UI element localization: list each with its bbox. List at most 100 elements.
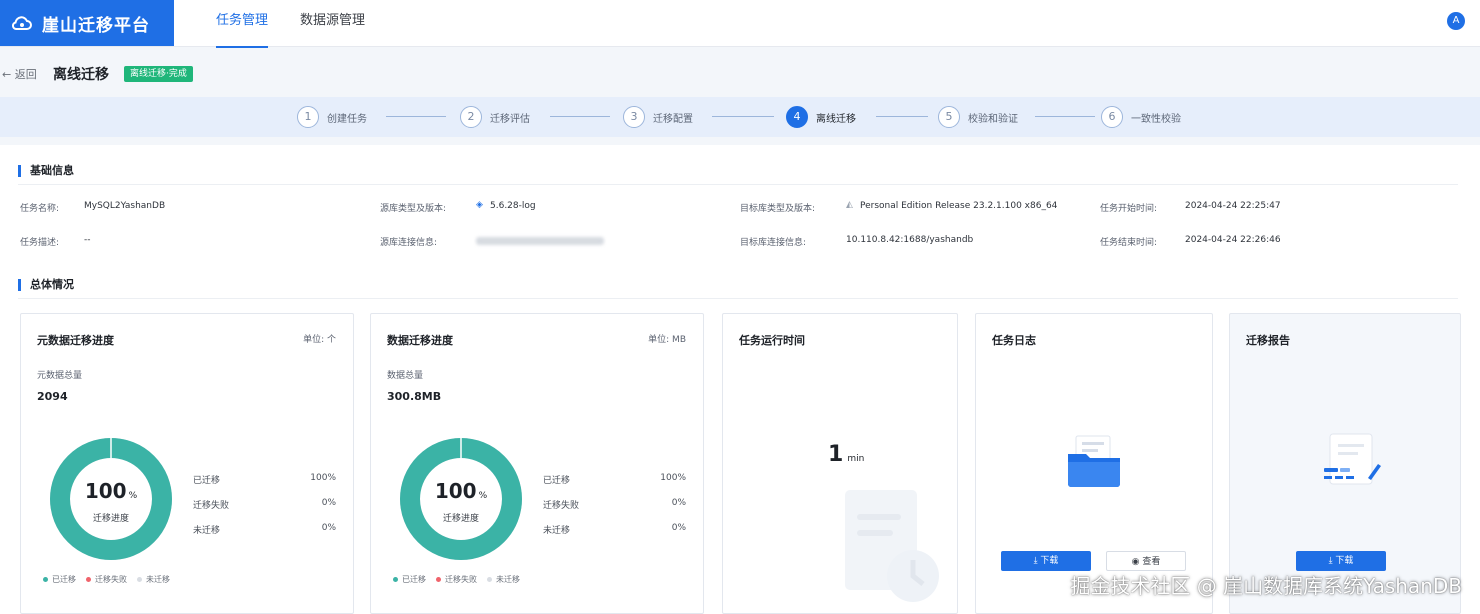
end-time-label: 任务结束时间: — [1100, 238, 1158, 248]
step-connector — [550, 116, 610, 117]
legend-item-failed[interactable]: 迁移失败 — [86, 574, 127, 585]
stat-value-migrated: 100% — [310, 473, 336, 483]
stat-value-pending: 0% — [321, 523, 336, 533]
stat-value-pending: 0% — [671, 523, 686, 533]
card-title: 数据迁移进度 — [387, 334, 453, 347]
divider — [18, 184, 1458, 185]
download-log-button[interactable]: ⤓ 下载 — [1001, 551, 1091, 571]
step-5: 5 校验和验证 — [938, 105, 1018, 129]
yashandb-icon: ◭ — [846, 200, 853, 210]
back-link[interactable]: ← 返回 — [2, 66, 37, 82]
task-desc-value: -- — [84, 235, 91, 245]
step-3: 3 迁移配置 — [623, 105, 693, 129]
target-type-value: Personal Edition Release 23.2.1.100 x86_… — [860, 201, 1058, 211]
stat-value-failed: 0% — [321, 498, 336, 508]
tab-datasource-management[interactable]: 数据源管理 — [300, 0, 365, 46]
legend-item-migrated[interactable]: 已迁移 — [393, 574, 426, 585]
card-unit: 单位: 个 — [303, 335, 336, 345]
donut-caption: 迁移进度 — [442, 514, 479, 524]
target-conn-label: 目标库连接信息: — [740, 238, 807, 248]
step-number: 3 — [623, 106, 645, 128]
step-4: 4 离线迁移 — [786, 105, 856, 129]
step-number: 4 — [786, 106, 808, 128]
card-title: 迁移报告 — [1246, 334, 1290, 347]
step-label: 迁移评估 — [490, 113, 530, 125]
step-connector — [876, 116, 928, 117]
step-6: 6 一致性校验 — [1101, 105, 1181, 129]
stat-label-pending: 未迁移 — [193, 526, 221, 536]
target-type-label: 目标库类型及版本: — [740, 204, 816, 214]
total-value: 300.8MB — [387, 390, 442, 403]
stat-label-pending: 未迁移 — [543, 526, 571, 536]
data-progress-card: 数据迁移进度 单位: MB 数据总量 300.8MB 100% 迁移进度 已迁移… — [370, 313, 704, 614]
card-title: 元数据迁移进度 — [37, 334, 114, 347]
report-icon — [1324, 433, 1381, 485]
donut-percent: 100% — [49, 479, 173, 503]
view-log-button[interactable]: ◉ 查看 — [1106, 551, 1186, 571]
total-label: 数据总量 — [387, 371, 424, 381]
step-label: 创建任务 — [327, 113, 367, 125]
step-2: 2 迁移评估 — [460, 105, 530, 129]
section-title-basic-info: 基础信息 — [18, 165, 74, 177]
start-time-label: 任务开始时间: — [1100, 204, 1158, 214]
legend-item-pending[interactable]: 未迁移 — [487, 574, 520, 585]
step-label: 离线迁移 — [816, 113, 856, 125]
card-title: 任务运行时间 — [739, 334, 805, 347]
stat-label-migrated: 已迁移 — [193, 476, 221, 486]
step-label: 一致性校验 — [1131, 113, 1181, 125]
step-1: 1 创建任务 — [297, 105, 367, 129]
legend: 已迁移 迁移失败 未迁移 — [393, 574, 520, 585]
end-time-value: 2024-04-24 22:26:46 — [1185, 235, 1281, 245]
donut-percent: 100% — [399, 479, 523, 503]
total-label: 元数据总量 — [37, 371, 83, 381]
task-name-label: 任务名称: — [20, 204, 60, 214]
task-desc-label: 任务描述: — [20, 238, 60, 248]
legend-item-migrated[interactable]: 已迁移 — [43, 574, 76, 585]
clock-document-icon — [845, 490, 939, 602]
stat-value-failed: 0% — [671, 498, 686, 508]
step-connector — [1035, 116, 1095, 117]
metadata-progress-card: 元数据迁移进度 单位: 个 元数据总量 2094 100% 迁移进度 已迁移 1… — [20, 313, 354, 614]
mysql-icon: ◈ — [476, 200, 483, 210]
legend-item-failed[interactable]: 迁移失败 — [436, 574, 477, 585]
top-bar: 崖山迁移平台 任务管理 数据源管理 A — [0, 0, 1480, 48]
source-type-label: 源库类型及版本: — [380, 204, 447, 214]
task-name-value: MySQL2YashanDB — [84, 201, 166, 211]
folder-icon — [1068, 435, 1120, 487]
tab-task-management[interactable]: 任务管理 — [216, 0, 269, 48]
step-label: 迁移配置 — [653, 113, 693, 125]
step-number: 5 — [938, 106, 960, 128]
step-number: 6 — [1101, 106, 1123, 128]
step-number: 2 — [460, 106, 482, 128]
runtime-number: 1 — [828, 442, 844, 467]
percent-number: 100 — [434, 479, 477, 503]
source-conn-label: 源库连接信息: — [380, 238, 438, 248]
page-title: 离线迁移 — [53, 67, 109, 83]
migration-report-card: 迁移报告 ⤓ 下载 — [1229, 313, 1461, 614]
avatar[interactable]: A — [1447, 12, 1465, 30]
divider — [18, 298, 1458, 299]
percent-number: 100 — [84, 479, 127, 503]
watermark: 掘金技术社区 @ 崖山数据库系统YashanDB — [1070, 574, 1462, 598]
step-label: 校验和验证 — [968, 113, 1018, 125]
cloud-logo-icon — [11, 16, 32, 30]
donut-caption: 迁移进度 — [92, 514, 129, 524]
steps-bar: 1 创建任务 2 迁移评估 3 迁移配置 4 离线迁移 5 校验和验证 6 一致… — [0, 97, 1480, 137]
total-value: 2094 — [37, 390, 68, 403]
status-badge: 离线迁移·完成 — [124, 66, 193, 82]
card-unit: 单位: MB — [648, 335, 686, 345]
runtime-unit: min — [847, 454, 865, 464]
target-conn-value: 10.110.8.42:1688/yashandb — [846, 235, 974, 245]
start-time-value: 2024-04-24 22:25:47 — [1185, 201, 1281, 211]
step-number: 1 — [297, 106, 319, 128]
source-type-value: 5.6.28-log — [490, 201, 536, 211]
task-log-card: 任务日志 ⤓ 下载 ◉ 查看 — [975, 313, 1213, 614]
legend-item-pending[interactable]: 未迁移 — [137, 574, 170, 585]
brand-name: 崖山迁移平台 — [42, 15, 150, 36]
brand[interactable]: 崖山迁移平台 — [0, 0, 174, 46]
step-connector — [386, 116, 446, 117]
stat-label-failed: 迁移失败 — [193, 501, 230, 511]
step-connector — [712, 116, 774, 117]
download-report-button[interactable]: ⤓ 下载 — [1296, 551, 1386, 571]
source-conn-redacted — [476, 237, 604, 245]
